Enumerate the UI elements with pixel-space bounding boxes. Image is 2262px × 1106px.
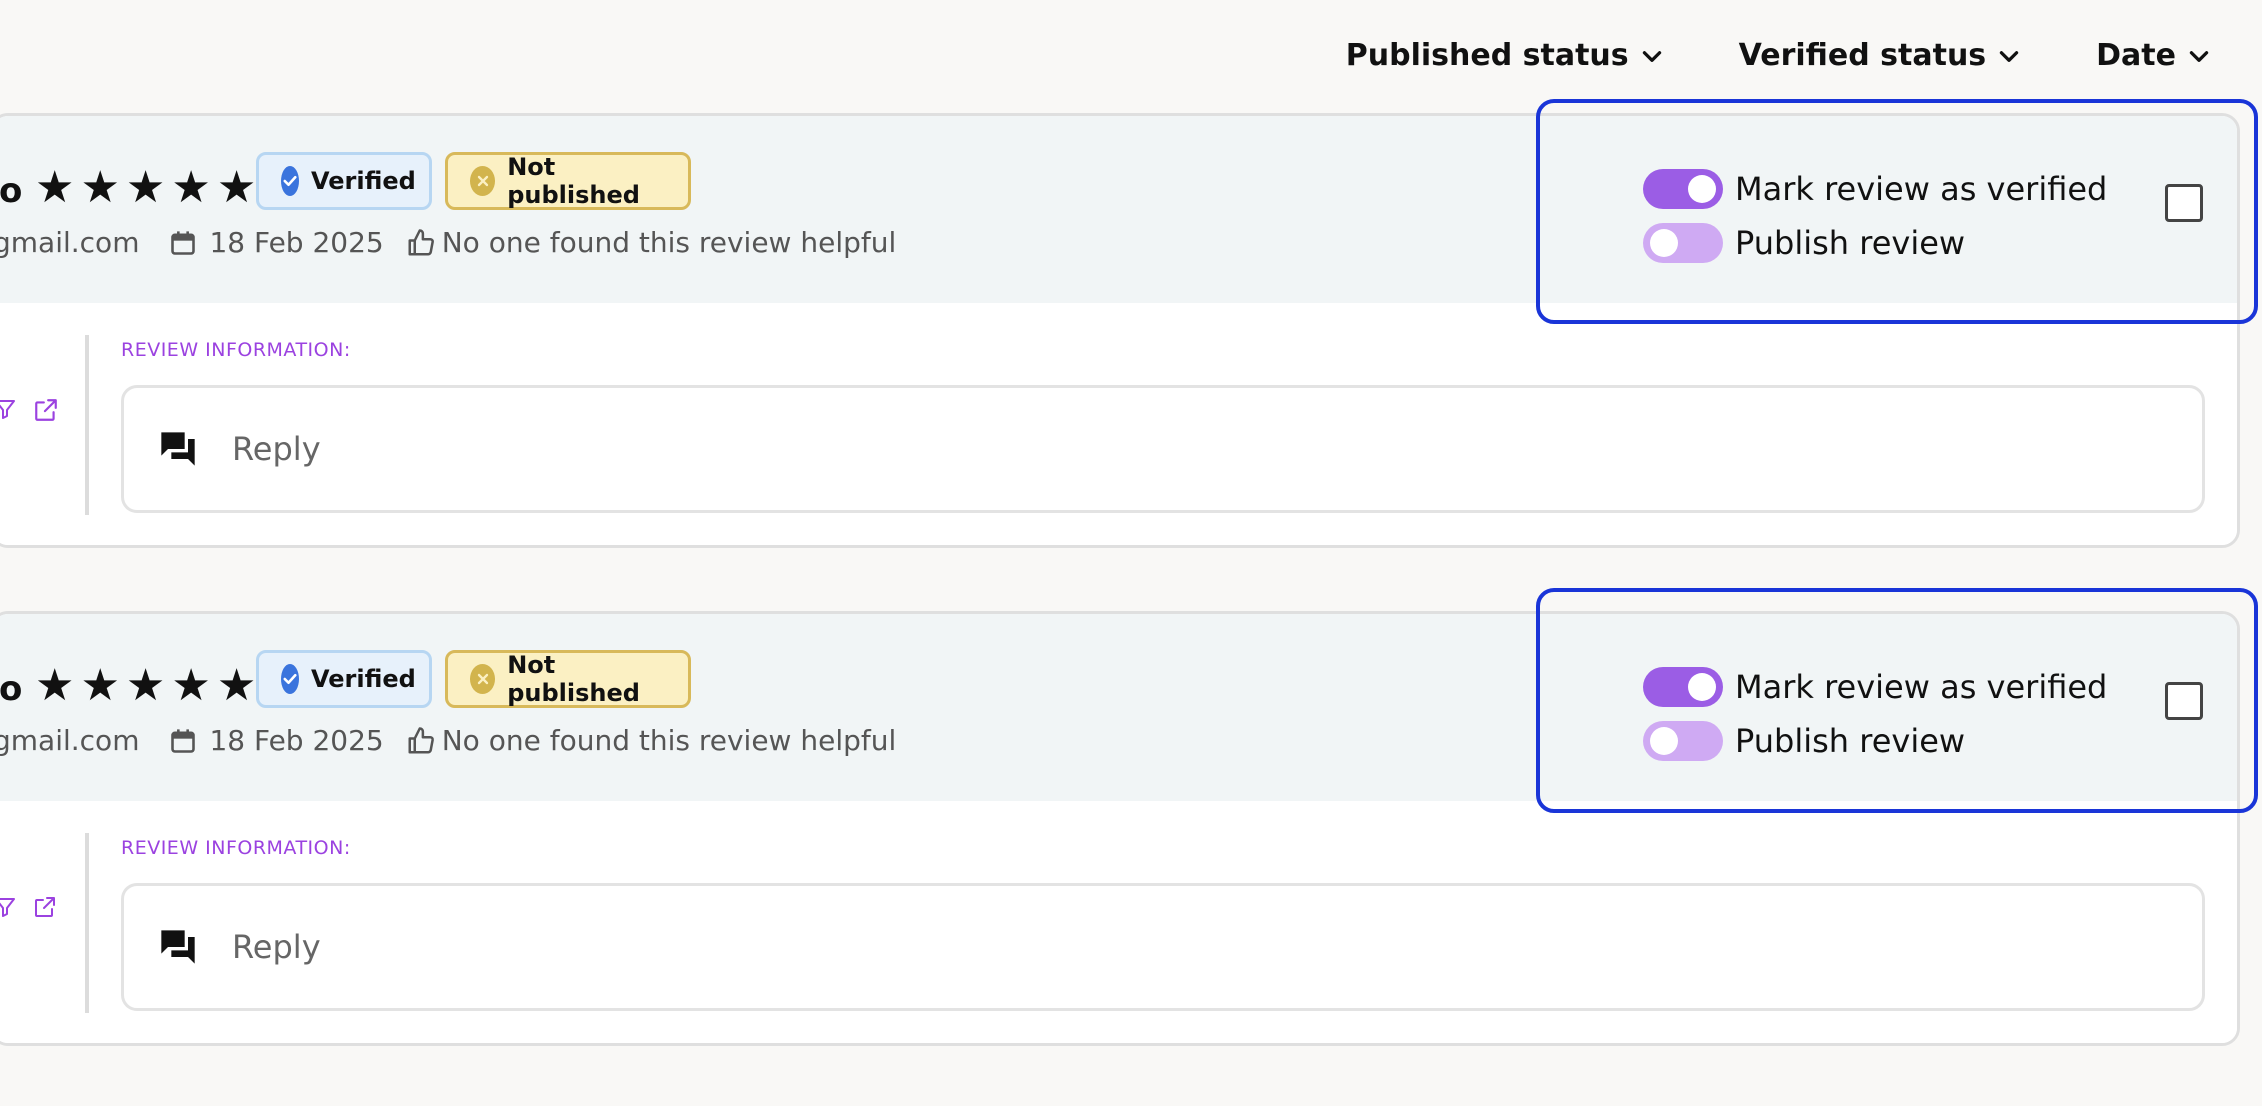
star-rating: ★ ★ ★ ★ ★ <box>35 664 256 708</box>
side-actions <box>0 895 57 919</box>
review-information-label: REVIEW INFORMATION: <box>121 837 351 859</box>
not-published-badge: Not published <box>445 152 691 210</box>
verify-toggle-label: Mark review as verified <box>1735 170 2108 208</box>
star-rating: ★ ★ ★ ★ ★ <box>35 166 256 210</box>
date-filter[interactable]: Date <box>2096 38 2212 73</box>
reply-input[interactable]: Reply <box>121 883 2205 1011</box>
toggle-knob <box>1688 673 1716 701</box>
reply-input[interactable]: Reply <box>121 385 2205 513</box>
star-icon: ★ <box>80 162 120 213</box>
reviewer-name: o <box>0 669 23 709</box>
toggle-knob <box>1650 727 1678 755</box>
review-header: o ★ ★ ★ ★ ★ Verified Not published gmail… <box>0 116 2237 303</box>
select-review-checkbox[interactable] <box>2165 682 2203 720</box>
review-controls: Mark review as verified Publish review <box>1643 162 2107 270</box>
review-body: REVIEW INFORMATION: Reply <box>0 303 2237 545</box>
thumbs-up-icon <box>408 228 434 255</box>
not-published-badge-label: Not published <box>507 153 640 209</box>
side-actions <box>0 397 59 423</box>
reviewer-email: gmail.com <box>0 724 140 757</box>
review-controls: Mark review as verified Publish review <box>1643 660 2107 768</box>
publish-toggle[interactable] <box>1643 721 1723 761</box>
verify-toggle-row: Mark review as verified <box>1643 660 2107 714</box>
verify-toggle[interactable] <box>1643 169 1723 209</box>
publish-toggle-label: Publish review <box>1735 224 1966 262</box>
reviewer-name: o <box>0 171 23 211</box>
review-body: REVIEW INFORMATION: Reply <box>0 801 2237 1043</box>
x-circle-icon <box>470 166 496 196</box>
check-circle-icon <box>281 664 299 694</box>
date-filter-label: Date <box>2096 38 2176 73</box>
verified-badge-label: Verified <box>311 167 416 195</box>
x-circle-icon <box>470 664 496 694</box>
star-icon: ★ <box>125 162 166 213</box>
verified-badge: Verified <box>256 152 432 210</box>
toggle-knob <box>1688 175 1716 203</box>
chevron-down-icon <box>1642 50 1661 62</box>
verified-status-filter-label: Verified status <box>1738 38 1987 73</box>
select-review-checkbox[interactable] <box>2165 184 2203 222</box>
star-icon: ★ <box>125 660 166 711</box>
reply-placeholder: Reply <box>232 928 321 966</box>
review-card: o ★ ★ ★ ★ ★ Verified Not published gmail… <box>0 611 2240 1046</box>
divider <box>85 335 89 515</box>
verify-toggle-label: Mark review as verified <box>1735 668 2108 706</box>
star-icon: ★ <box>216 660 257 711</box>
verified-status-filter[interactable]: Verified status <box>1739 38 2023 73</box>
publish-toggle[interactable] <box>1643 223 1723 263</box>
calendar-icon <box>171 728 196 753</box>
external-link-icon[interactable] <box>33 397 59 423</box>
star-icon: ★ <box>171 660 211 711</box>
publish-toggle-row: Publish review <box>1643 714 2107 768</box>
chevron-down-icon <box>2189 50 2209 62</box>
star-icon: ★ <box>216 162 257 213</box>
reply-placeholder: Reply <box>232 430 321 468</box>
review-meta: gmail.com 18 Feb 2025 No one found this … <box>0 226 896 259</box>
helpful-count: No one found this review helpful <box>441 226 897 259</box>
star-icon: ★ <box>35 162 75 213</box>
star-icon: ★ <box>35 660 75 711</box>
star-icon: ★ <box>171 162 211 213</box>
published-status-filter-label: Published status <box>1345 38 1629 73</box>
check-circle-icon <box>281 166 299 196</box>
publish-toggle-row: Publish review <box>1643 216 2107 270</box>
star-icon: ★ <box>80 660 120 711</box>
verify-toggle-row: Mark review as verified <box>1643 162 2107 216</box>
helpful-count: No one found this review helpful <box>441 724 897 757</box>
review-meta: gmail.com 18 Feb 2025 No one found this … <box>0 724 896 757</box>
review-card: o ★ ★ ★ ★ ★ Verified Not published gmail… <box>0 113 2240 548</box>
calendar-icon <box>171 230 196 255</box>
verify-toggle[interactable] <box>1643 667 1723 707</box>
verified-badge: Verified <box>256 650 432 708</box>
filter-icon[interactable] <box>0 397 17 421</box>
chevron-down-icon <box>1999 50 2019 62</box>
review-header: o ★ ★ ★ ★ ★ Verified Not published gmail… <box>0 614 2237 801</box>
filter-bar: Published status Verified status Date <box>1346 38 2212 73</box>
not-published-badge-label: Not published <box>507 651 640 707</box>
chat-bubbles-icon <box>161 432 195 466</box>
external-link-icon[interactable] <box>33 895 57 919</box>
verified-badge-label: Verified <box>311 665 416 693</box>
toggle-knob <box>1650 229 1678 257</box>
review-information-label: REVIEW INFORMATION: <box>121 339 351 361</box>
filter-icon[interactable] <box>0 895 17 919</box>
thumbs-up-icon <box>408 726 434 753</box>
not-published-badge: Not published <box>445 650 691 708</box>
published-status-filter[interactable]: Published status <box>1346 38 1665 73</box>
divider <box>85 833 89 1013</box>
publish-toggle-label: Publish review <box>1735 722 1966 760</box>
review-date: 18 Feb 2025 <box>209 226 384 259</box>
reviewer-email: gmail.com <box>0 226 140 259</box>
review-date: 18 Feb 2025 <box>209 724 384 757</box>
chat-bubbles-icon <box>161 930 195 964</box>
